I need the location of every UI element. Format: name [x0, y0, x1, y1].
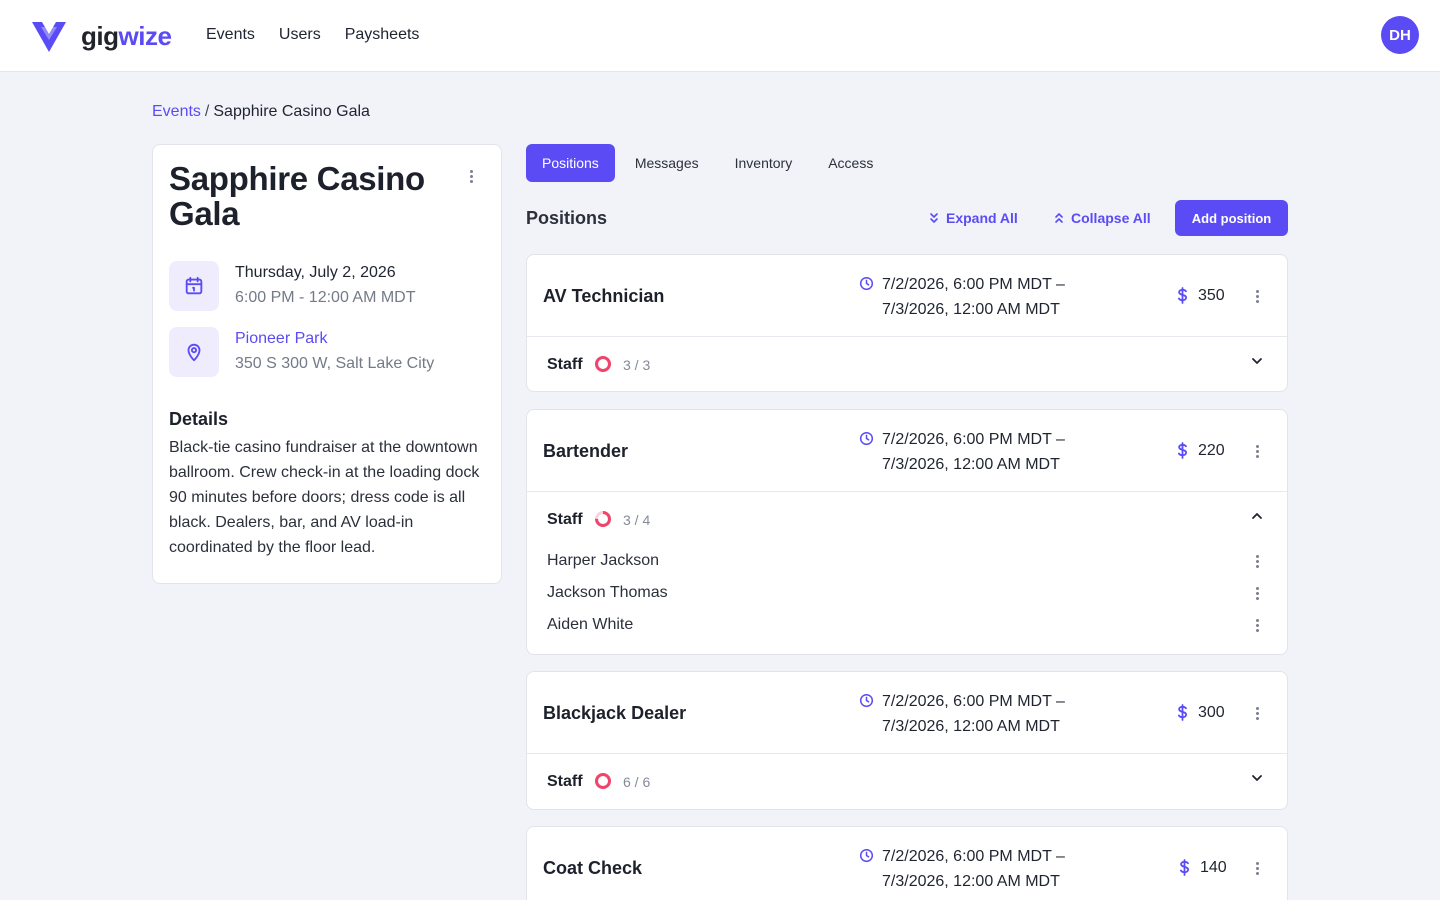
chevron-up-icon	[1252, 513, 1262, 519]
event-tabs: Positions Messages Inventory Access	[526, 144, 893, 182]
double-chevron-down-icon	[930, 213, 938, 223]
event-location-row: Pioneer Park 350 S 300 W, Salt Lake City	[169, 327, 489, 377]
staff-fill-ring	[595, 511, 611, 527]
nav-link-paysheets[interactable]: Paysheets	[345, 24, 420, 46]
position-card-av-technician: AV Technician 7/2/2026, 6:00 PM MDT –7/3…	[526, 254, 1288, 392]
staff-label: Staff	[547, 773, 583, 790]
position-time: 7/2/2026, 6:00 PM MDT –7/3/2026, 12:00 A…	[882, 848, 1065, 890]
position-pay: 220	[1198, 442, 1225, 459]
details-heading: Details	[169, 409, 229, 429]
position-header: AV Technician 7/2/2026, 6:00 PM MDT –7/3…	[527, 255, 1287, 337]
breadcrumb: Events / Sapphire Casino Gala	[152, 101, 370, 123]
staff-count: 6 / 6	[623, 774, 651, 790]
position-pay: 350	[1198, 287, 1225, 304]
calendar-icon	[169, 261, 219, 311]
position-card-bartender: Bartender 7/2/2026, 6:00 PM MDT –7/3/202…	[526, 409, 1288, 655]
staff-fill-ring	[595, 773, 611, 789]
collapse-all-label: Collapse All	[1071, 210, 1151, 226]
event-date-row: Thursday, July 2, 2026 6:00 PM - 12:00 A…	[169, 261, 489, 311]
dollar-icon	[1178, 442, 1188, 459]
position-more-options-icon[interactable]	[1247, 286, 1267, 306]
clock-icon	[859, 848, 874, 863]
dollar-icon	[1180, 859, 1190, 876]
event-time: 6:00 PM - 12:00 AM MDT	[235, 289, 416, 306]
breadcrumb-separator: /	[204, 103, 210, 120]
position-header: Bartender 7/2/2026, 6:00 PM MDT –7/3/202…	[527, 410, 1287, 492]
tab-positions[interactable]: Positions	[526, 144, 615, 182]
position-name: Coat Check	[543, 858, 643, 878]
positions-heading: Positions	[526, 208, 608, 228]
breadcrumb-link-events[interactable]: Events	[152, 103, 201, 120]
breadcrumb-current: Sapphire Casino Gala	[213, 103, 370, 120]
event-summary-card: Sapphire Casino Gala Thursday, July 2, 2…	[152, 144, 502, 584]
event-address: 350 S 300 W, Salt Lake City	[235, 355, 435, 372]
position-more-options-icon[interactable]	[1247, 703, 1267, 723]
staff-member-options-icon[interactable]	[1247, 583, 1267, 603]
expand-all-button[interactable]: Expand All	[929, 208, 1018, 228]
details-text: Black-tie casino fundraiser at the downt…	[169, 439, 480, 556]
staff-member-options-icon[interactable]	[1247, 615, 1267, 635]
double-chevron-up-icon	[1055, 213, 1063, 223]
event-more-options-icon[interactable]	[461, 166, 481, 186]
staff-toggle-row[interactable]: Staff 6 / 6	[527, 754, 1287, 809]
expand-all-label: Expand All	[946, 210, 1018, 226]
map-pin-icon	[169, 327, 219, 377]
position-more-options-icon[interactable]	[1247, 441, 1267, 461]
chevron-down-icon	[1252, 775, 1262, 781]
gigwize-logo-icon	[32, 22, 66, 52]
position-more-options-icon[interactable]	[1247, 858, 1267, 878]
staff-toggle-row[interactable]: Staff 3 / 4	[527, 492, 1287, 547]
top-navigation-bar: gigwize Events Users Paysheets DH	[0, 0, 1440, 72]
position-time: 7/2/2026, 6:00 PM MDT –7/3/2026, 12:00 A…	[882, 431, 1065, 473]
nav-link-events[interactable]: Events	[206, 24, 255, 46]
user-avatar[interactable]: DH	[1381, 16, 1419, 54]
tab-messages[interactable]: Messages	[619, 144, 715, 182]
staff-count: 3 / 3	[623, 357, 651, 373]
position-time: 7/2/2026, 6:00 PM MDT –7/3/2026, 12:00 A…	[882, 276, 1065, 318]
nav-link-users[interactable]: Users	[279, 24, 321, 46]
staff-fill-ring	[595, 356, 611, 372]
main-nav: Events Users Paysheets	[206, 24, 443, 46]
chevron-down-icon	[1252, 358, 1262, 364]
position-header: Coat Check 7/2/2026, 6:00 PM MDT –7/3/20…	[527, 827, 1287, 900]
staff-member-name: Jackson Thomas	[547, 584, 668, 601]
position-pay: 300	[1198, 704, 1225, 721]
event-date: Thursday, July 2, 2026	[235, 264, 396, 281]
staff-member-name: Aiden White	[547, 616, 634, 633]
brand-logo[interactable]: gigwize	[32, 18, 172, 54]
collapse-all-button[interactable]: Collapse All	[1054, 208, 1151, 228]
staff-label: Staff	[547, 511, 583, 528]
position-card-coat-check: Coat Check 7/2/2026, 6:00 PM MDT –7/3/20…	[526, 826, 1288, 900]
position-time: 7/2/2026, 6:00 PM MDT –7/3/2026, 12:00 A…	[882, 693, 1065, 735]
tab-inventory[interactable]: Inventory	[719, 144, 809, 182]
clock-icon	[859, 276, 874, 291]
clock-icon	[859, 693, 874, 708]
staff-label: Staff	[547, 356, 583, 373]
clock-icon	[859, 431, 874, 446]
add-position-button[interactable]: Add position	[1175, 200, 1288, 236]
event-title: Sapphire Casino Gala	[169, 160, 425, 232]
position-header: Blackjack Dealer 7/2/2026, 6:00 PM MDT –…	[527, 672, 1287, 754]
staff-count: 3 / 4	[623, 512, 651, 528]
dollar-icon	[1178, 704, 1188, 721]
position-name: Blackjack Dealer	[543, 703, 687, 723]
staff-member-options-icon[interactable]	[1247, 551, 1267, 571]
tab-access[interactable]: Access	[812, 144, 889, 182]
staff-member-name: Harper Jackson	[547, 552, 660, 569]
event-venue-link[interactable]: Pioneer Park	[235, 328, 328, 350]
dollar-icon	[1178, 287, 1188, 304]
position-card-blackjack-dealer: Blackjack Dealer 7/2/2026, 6:00 PM MDT –…	[526, 671, 1288, 810]
position-name: Bartender	[543, 441, 629, 461]
brand-wordmark: gigwize	[81, 21, 172, 51]
staff-toggle-row[interactable]: Staff 3 / 3	[527, 337, 1287, 391]
position-name: AV Technician	[543, 286, 665, 306]
position-pay: 140	[1200, 859, 1227, 876]
